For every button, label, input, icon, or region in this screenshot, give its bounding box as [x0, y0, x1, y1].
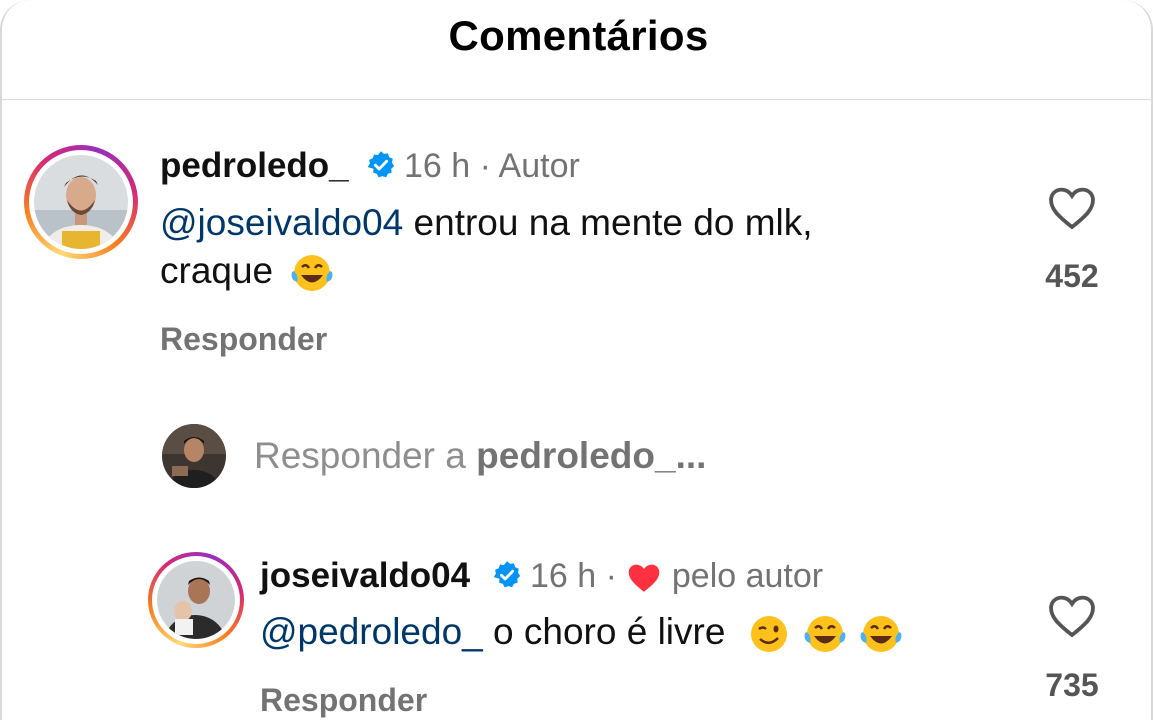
reply-button[interactable]: Responder — [160, 321, 327, 358]
avatar[interactable] — [148, 552, 244, 648]
current-user-avatar — [162, 424, 226, 488]
heart-icon[interactable] — [1048, 186, 1096, 230]
comment-text-line1: entrou na mente do mlk, — [403, 202, 813, 243]
face-with-tears-of-joy-icon — [804, 616, 846, 653]
comment-body-line2: craque — [160, 247, 335, 295]
comment-username[interactable]: pedroledo_ — [160, 146, 349, 186]
comments-sheet: Comentários pedroledo_ 16 h · Autor @jos… — [0, 0, 1153, 720]
comment-text-line2: craque — [160, 250, 274, 291]
reply-prefix: Responder a — [254, 435, 477, 476]
meta-separator: · — [479, 147, 491, 185]
comments-header: Comentários — [2, 0, 1153, 100]
winking-face-icon — [750, 616, 787, 653]
reply-button[interactable]: Responder — [260, 682, 427, 719]
face-with-tears-of-joy-icon — [860, 616, 902, 653]
reply-input-placeholder[interactable]: Responder a pedroledo_... — [254, 435, 706, 477]
comment-meta: 16 h · Autor — [404, 147, 580, 186]
avatar-photo — [34, 155, 128, 249]
like-count: 452 — [1045, 258, 1099, 294]
comment-body: @joseivaldo04 entrou na mente do mlk, — [160, 199, 813, 247]
comment-time: 16 h — [404, 147, 471, 185]
comment-meta: 16 h · pelo autor — [530, 557, 823, 596]
meta-separator: · — [605, 557, 617, 595]
like-count: 735 — [1045, 667, 1099, 703]
page-title: Comentários — [448, 12, 709, 59]
verified-badge-icon — [367, 151, 395, 178]
reply-target-username: pedroledo_... — [476, 435, 707, 476]
mention-link[interactable]: @joseivaldo04 — [160, 202, 403, 243]
face-with-tears-of-joy-icon — [291, 255, 333, 292]
mention-link[interactable]: @pedroledo_ — [260, 611, 483, 652]
comment-body: @pedroledo_ o choro é livre — [260, 608, 904, 656]
liked-by-label: pelo autor — [671, 557, 824, 595]
avatar-photo — [157, 561, 235, 639]
comment-time: 16 h — [530, 557, 597, 595]
verified-badge-icon — [493, 561, 521, 588]
liked-by-author-heart-icon — [629, 564, 660, 592]
avatar[interactable] — [24, 145, 138, 259]
comment-username[interactable]: joseivaldo04 — [260, 556, 470, 596]
author-label: Autor — [498, 147, 580, 185]
heart-icon[interactable] — [1048, 594, 1096, 638]
comment-text-line1: o choro é livre — [482, 611, 726, 652]
